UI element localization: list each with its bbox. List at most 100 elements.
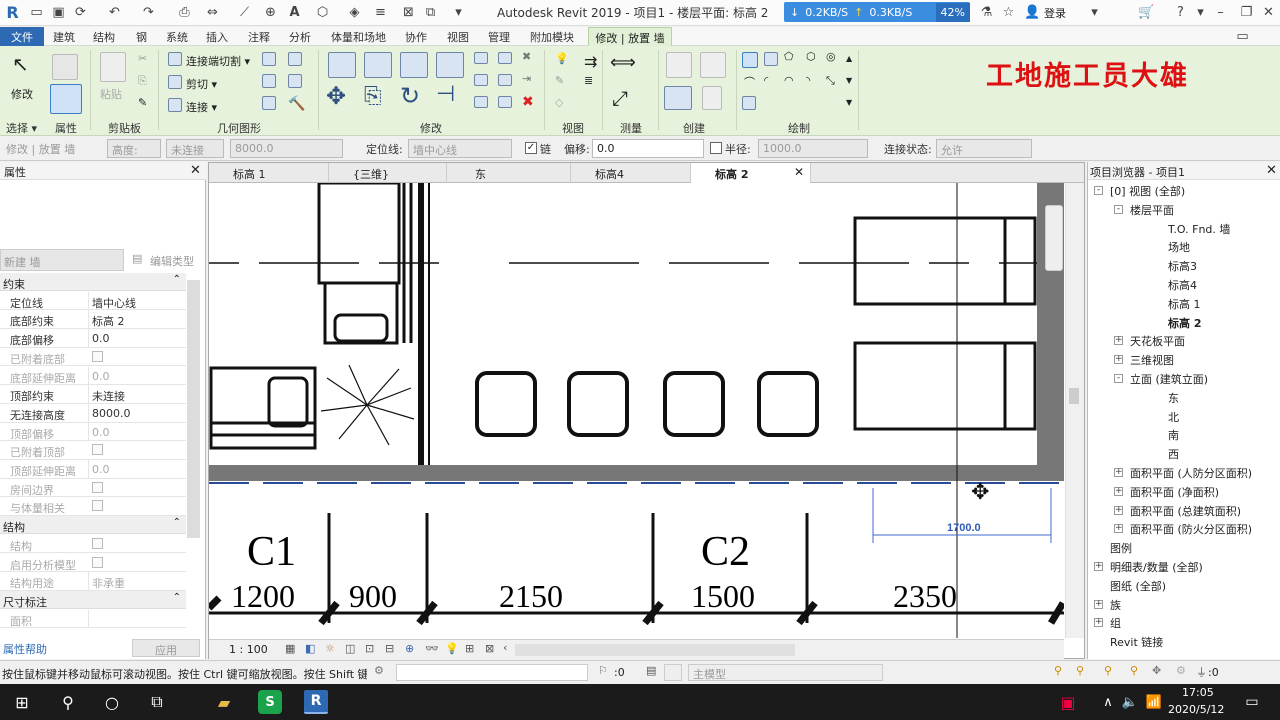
view-tab-level4[interactable]: 标高4 <box>571 163 691 183</box>
cope-icon[interactable] <box>168 52 182 66</box>
volume-icon[interactable]: 🔈 <box>1118 690 1142 714</box>
browser-node[interactable]: 南 <box>1168 427 1179 443</box>
pick-line-icon[interactable]: ⤡ <box>826 74 835 88</box>
top-constraint-dropdown[interactable]: 未连接 <box>166 139 224 158</box>
property-row[interactable]: 底部约束 标高 2 <box>0 310 186 330</box>
browser-node[interactable]: 东 <box>1168 390 1179 406</box>
hide-category-icon[interactable]: ◇ <box>555 96 563 109</box>
select-pinned-icon[interactable]: ⚲ <box>1104 664 1112 677</box>
collapse-icon[interactable]: ⌃ <box>173 592 181 603</box>
select-links-icon[interactable]: ⚲ <box>1054 664 1062 677</box>
highlight-displacement-icon[interactable]: ⊠ <box>485 642 494 655</box>
draw-scroll-up-icon[interactable]: ▲ <box>846 54 852 63</box>
collapse-icon[interactable]: ⌃ <box>173 274 181 285</box>
property-row[interactable]: 底部偏移 0.0 <box>0 329 186 348</box>
visual-style-icon[interactable]: ◧ <box>305 642 315 655</box>
array-icon[interactable] <box>474 74 488 86</box>
view-scale[interactable]: 1 : 100 <box>229 643 268 656</box>
vertical-scroll-thumb[interactable] <box>1069 388 1079 404</box>
design-option-toggle[interactable] <box>664 664 682 681</box>
close-tab-icon[interactable]: ✕ <box>794 165 804 179</box>
offset-input[interactable]: 0.0 <box>592 139 704 158</box>
remove-paint-icon[interactable] <box>288 74 302 88</box>
browser-node[interactable]: 标高3 <box>1168 258 1197 274</box>
tab-insert[interactable]: 插入 <box>206 29 228 45</box>
qat-dropdown-icon[interactable]: ▾ <box>450 4 467 21</box>
property-checkbox[interactable] <box>92 537 103 549</box>
window-tag-c1[interactable]: C1 <box>247 529 296 575</box>
view-tab-level1[interactable]: 标高 1 <box>209 163 329 183</box>
tab-analyze[interactable]: 分析 <box>289 29 311 45</box>
dimension-text[interactable]: 2150 <box>499 578 563 614</box>
task-view-icon[interactable]: ⧉ <box>145 690 169 714</box>
filter-icon[interactable]: ⏚ <box>1196 664 1207 680</box>
create-group-icon[interactable] <box>666 52 692 78</box>
expand-toggle-icon[interactable]: + <box>1114 524 1123 534</box>
crop-region-icon[interactable]: ⊟ <box>385 642 394 655</box>
3d-view-icon[interactable]: ⬡ <box>314 4 331 21</box>
measure-icon[interactable]: ⇔ <box>204 4 221 21</box>
close-icon[interactable]: ✕ <box>1260 4 1277 21</box>
browser-node[interactable]: 族 <box>1110 597 1121 613</box>
dimension-text[interactable]: 1500 <box>691 578 755 614</box>
join-status-dropdown[interactable]: 允许 <box>936 139 1032 158</box>
thin-lines-icon[interactable]: ≡ <box>372 4 389 21</box>
clock-date[interactable]: 2020/5/12 <box>1168 703 1224 716</box>
scroll-left-icon[interactable]: ‹ <box>503 641 507 654</box>
switch-windows-icon[interactable]: ⧉ <box>422 4 439 21</box>
draw-expand-icon[interactable]: ▼ <box>846 98 852 107</box>
property-row[interactable]: 顶部约束 未连接 <box>0 385 186 404</box>
create-parts-icon[interactable] <box>664 86 692 110</box>
offset-icon[interactable] <box>364 52 392 78</box>
thin-lines-ribbon-icon[interactable]: ⇉ <box>584 52 597 71</box>
location-line-dropdown[interactable]: 墙中心线 <box>408 139 512 158</box>
view-tab-3d[interactable]: {三维} <box>329 163 447 183</box>
expand-toggle-icon[interactable]: + <box>1114 486 1123 496</box>
expand-toggle-icon[interactable]: + <box>1114 468 1123 477</box>
delete-icon[interactable]: ✖ <box>522 94 534 110</box>
browser-node[interactable]: 西 <box>1168 446 1179 462</box>
demolish-icon[interactable] <box>262 96 276 110</box>
browser-node[interactable]: 明细表/数量 (全部) <box>1110 559 1203 575</box>
measure-between-icon[interactable]: ⟺ <box>610 52 636 73</box>
radius-checkbox[interactable] <box>710 142 722 154</box>
trim-extend-icon[interactable]: ⊣ <box>436 82 455 107</box>
view-tab-level2[interactable]: 标高 2 ✕ <box>691 163 811 183</box>
draw-polygon-icon[interactable]: ⬠ <box>784 50 794 63</box>
tab-file[interactable]: 文件 <box>0 27 44 46</box>
browser-node[interactable]: Revit 链接 <box>1110 634 1163 650</box>
browser-node[interactable]: T.O. Fnd. 墙 <box>1168 221 1230 237</box>
browser-node[interactable]: [0] 视图 (全部) <box>1110 183 1185 199</box>
revit-taskbar-icon[interactable]: R <box>304 690 328 714</box>
properties-section[interactable]: 结构 ⌃ <box>0 516 186 535</box>
select-panel-label[interactable]: 选择 ▾ <box>6 120 37 136</box>
chain-checkbox[interactable]: ✓ <box>525 142 537 154</box>
browser-node[interactable]: 面积平面 (防火分区面积) <box>1130 521 1252 537</box>
user-icon[interactable]: 👤 <box>1024 4 1041 21</box>
vertical-scrollbar[interactable] <box>1065 183 1084 638</box>
editing-requests-icon[interactable]: ⚐ <box>598 664 608 677</box>
tab-structure[interactable]: 结构 <box>93 29 115 45</box>
tray-expand-icon[interactable]: ∧ <box>1096 690 1120 714</box>
tab-architecture[interactable]: 建筑 <box>53 29 75 45</box>
draw-line-icon[interactable] <box>742 52 758 68</box>
restore-icon[interactable]: ❐ <box>1238 4 1255 21</box>
expand-toggle-icon[interactable]: + <box>1114 355 1123 365</box>
browser-node[interactable]: 面积平面 (人防分区面积) <box>1130 465 1252 481</box>
select-underlay-icon[interactable]: ⚲ <box>1076 664 1084 677</box>
cut-clip-icon[interactable]: ✂ <box>138 52 147 65</box>
expand-toggle-icon[interactable]: + <box>1094 618 1103 628</box>
main-model-dropdown[interactable]: 主模型 <box>688 664 883 681</box>
join-cut-button[interactable]: 连接端切割 ▾ <box>186 53 250 69</box>
hide-element-icon[interactable]: 💡 <box>555 52 569 65</box>
exchange-icon[interactable]: ⚗ <box>978 4 995 21</box>
trim-multiple-icon[interactable] <box>498 96 512 108</box>
property-checkbox[interactable] <box>92 350 103 362</box>
design-options-icon[interactable]: ▤ <box>646 664 656 677</box>
edit-type-button[interactable]: 编辑类型 <box>150 253 194 269</box>
properties-section[interactable]: 尺寸标注 ⌃ <box>0 590 186 609</box>
expand-toggle-icon[interactable]: + <box>1114 336 1123 346</box>
override-graphics-icon[interactable]: ✎ <box>555 74 564 87</box>
wps-sheets-icon[interactable]: S <box>258 690 282 714</box>
browser-node[interactable]: 标高 1 <box>1168 296 1201 312</box>
